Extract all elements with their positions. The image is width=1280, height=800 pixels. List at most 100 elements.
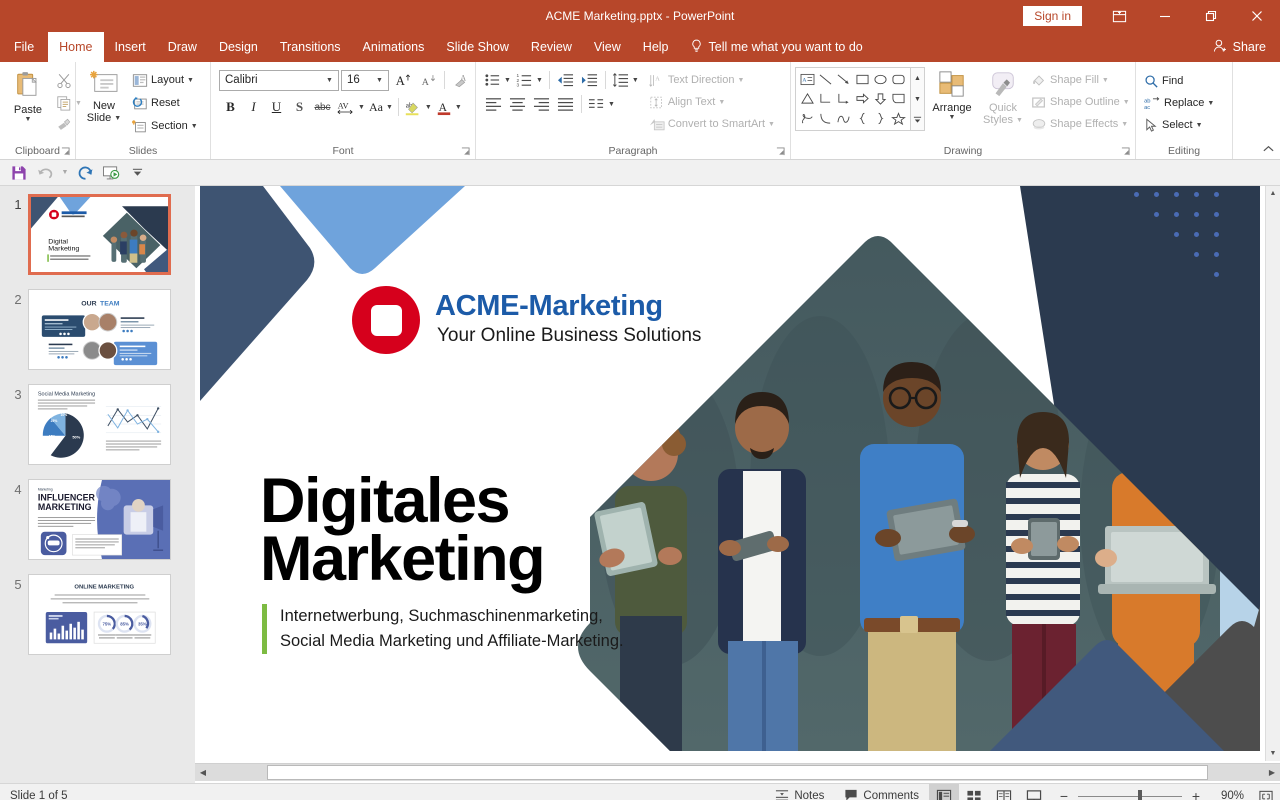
replace-caret[interactable]: ▼	[1207, 100, 1214, 107]
slide-thumbnail-5[interactable]: 5 ONLINE MARKETING	[0, 574, 195, 655]
shape-scribble-icon[interactable]	[798, 109, 816, 128]
tab-slide-show[interactable]: Slide Show	[435, 32, 520, 62]
ribbon-display-options-icon[interactable]	[1096, 0, 1142, 32]
quick-styles-button[interactable]: Quick Styles ▼	[979, 67, 1027, 130]
shapes-gallery-scroll[interactable]: ▲ ▼	[910, 68, 924, 130]
clear-formatting-button[interactable]: A	[450, 69, 473, 91]
increase-font-size-button[interactable]: A	[391, 69, 414, 91]
shapes-scroll-up-arrow[interactable]: ▲	[911, 68, 924, 89]
numbering-caret[interactable]: ▼	[536, 77, 543, 84]
shape-rounded-rectangle-icon[interactable]	[890, 70, 908, 89]
comments-button[interactable]: Comments	[834, 784, 929, 800]
shapes-scroll-down-arrow[interactable]: ▼	[911, 89, 924, 110]
line-spacing-button[interactable]: ▼	[610, 69, 641, 91]
tab-file[interactable]: File	[0, 32, 48, 62]
arrange-button[interactable]: Arrange ▼	[925, 67, 979, 124]
font-family-caret[interactable]: ▼	[323, 77, 336, 84]
shape-curve-icon[interactable]	[835, 109, 853, 128]
justify-button[interactable]	[554, 93, 577, 115]
cut-button[interactable]	[52, 70, 75, 92]
slide-title-text[interactable]: Digitales Marketing	[260, 473, 544, 589]
convert-smartart-caret[interactable]: ▼	[768, 121, 775, 128]
shape-elbow-arrow-icon[interactable]	[835, 89, 853, 108]
shape-elbow-connector-icon[interactable]	[816, 89, 834, 108]
shapes-gallery-more-icon[interactable]	[911, 109, 924, 130]
reading-view-icon[interactable]	[989, 784, 1019, 800]
decrease-font-size-button[interactable]: A	[416, 69, 439, 91]
shape-line-icon[interactable]	[816, 70, 834, 89]
text-direction-button[interactable]: A Text Direction ▼	[645, 69, 779, 91]
slide-thumbnail-3[interactable]: 3 Social Media Marketing 50% 25% 15% 10%	[0, 384, 195, 465]
tab-transitions[interactable]: Transitions	[269, 32, 352, 62]
layout-button[interactable]: Layout ▼	[128, 69, 202, 91]
shape-rectangle-icon[interactable]	[853, 70, 871, 89]
tab-insert[interactable]: Insert	[104, 32, 157, 62]
paste-button[interactable]: Paste ▼	[4, 67, 52, 136]
font-color-button[interactable]: A ▼	[434, 96, 464, 118]
new-slide-dropdown-caret[interactable]: ▼	[114, 115, 121, 122]
clipboard-dialog-launcher[interactable]	[60, 147, 71, 158]
fit-to-window-icon[interactable]	[1252, 789, 1280, 800]
shape-textbox-icon[interactable]: A	[798, 70, 816, 89]
canvas-vertical-scrollbar[interactable]: ▲ ▼	[1265, 186, 1280, 761]
paragraph-dialog-launcher[interactable]	[775, 147, 786, 158]
slide-thumbnail-pane[interactable]: 1	[0, 186, 195, 761]
text-shadow-button[interactable]: S	[288, 96, 311, 118]
customize-qat-icon[interactable]	[125, 162, 149, 184]
scroll-left-arrow[interactable]: ◀	[195, 764, 211, 781]
canvas-horizontal-scrollbar[interactable]: ◀ ▶	[195, 763, 1280, 781]
arrange-caret[interactable]: ▼	[949, 114, 956, 121]
shape-down-arrow-icon[interactable]	[871, 89, 889, 108]
new-slide-button[interactable]: New Slide ▼	[80, 67, 128, 137]
shape-outline-caret[interactable]: ▼	[1123, 99, 1130, 106]
font-size-caret[interactable]: ▼	[373, 77, 386, 84]
minimize-icon[interactable]	[1142, 0, 1188, 32]
format-painter-button[interactable]	[52, 114, 75, 136]
increase-indent-button[interactable]	[578, 69, 601, 91]
shape-left-brace-icon[interactable]	[853, 109, 871, 128]
slide-thumbnail-1[interactable]: 1	[0, 194, 195, 275]
strikethrough-button[interactable]: abc	[311, 96, 334, 118]
notes-button[interactable]: Notes	[765, 784, 834, 800]
text-highlight-color-button[interactable]: ab ▼	[402, 96, 434, 118]
start-slideshow-icon[interactable]	[99, 162, 123, 184]
shape-arrow-icon[interactable]	[835, 70, 853, 89]
slide-thumbnail-4[interactable]: 4 Marketing INFLUENCER MARKETIN	[0, 479, 195, 560]
zoom-in-button[interactable]: +	[1189, 789, 1203, 800]
tab-design[interactable]: Design	[208, 32, 269, 62]
columns-caret[interactable]: ▼	[608, 101, 615, 108]
columns-button[interactable]: ▼	[586, 93, 617, 115]
bold-button[interactable]: B	[219, 96, 242, 118]
slide-sorter-view-icon[interactable]	[959, 784, 989, 800]
select-button[interactable]: Select ▼	[1140, 114, 1218, 136]
tab-help[interactable]: Help	[632, 32, 680, 62]
horizontal-scroll-thumb[interactable]	[267, 765, 1208, 780]
vertical-scroll-track[interactable]	[1266, 201, 1280, 746]
shape-fill-caret[interactable]: ▼	[1102, 77, 1109, 84]
convert-to-smartart-button[interactable]: Convert to SmartArt ▼	[645, 113, 779, 135]
bullets-caret[interactable]: ▼	[504, 77, 511, 84]
tab-animations[interactable]: Animations	[352, 32, 436, 62]
shape-fill-button[interactable]: Shape Fill ▼	[1027, 69, 1134, 91]
font-family-combo[interactable]: Calibri ▼	[219, 70, 339, 91]
paste-dropdown-caret[interactable]: ▼	[25, 116, 32, 123]
scroll-down-arrow[interactable]: ▼	[1266, 746, 1280, 761]
shape-right-brace-icon[interactable]	[871, 109, 889, 128]
font-size-combo[interactable]: 16 ▼	[341, 70, 389, 91]
zoom-control[interactable]: − + 90%	[1049, 784, 1252, 800]
shape-effects-button[interactable]: Shape Effects ▼	[1027, 113, 1134, 135]
drawing-dialog-launcher[interactable]	[1120, 147, 1131, 158]
underline-button[interactable]: U	[265, 96, 288, 118]
tab-review[interactable]: Review	[520, 32, 583, 62]
layout-dropdown-caret[interactable]: ▼	[187, 77, 194, 84]
align-text-button[interactable]: Align Text ▼	[645, 91, 779, 113]
slide-thumbnail-2[interactable]: 2 OUR TEAM	[0, 289, 195, 370]
shape-folded-corner-icon[interactable]	[890, 89, 908, 108]
collapse-ribbon-icon[interactable]	[1262, 144, 1275, 157]
section-button[interactable]: Section ▼	[128, 115, 202, 137]
align-right-button[interactable]	[530, 93, 553, 115]
align-text-caret[interactable]: ▼	[718, 99, 725, 106]
slide-canvas-area[interactable]: ACME-Marketing Your Online Business Solu…	[195, 186, 1265, 761]
decrease-indent-button[interactable]	[554, 69, 577, 91]
find-button[interactable]: Find	[1140, 70, 1218, 92]
